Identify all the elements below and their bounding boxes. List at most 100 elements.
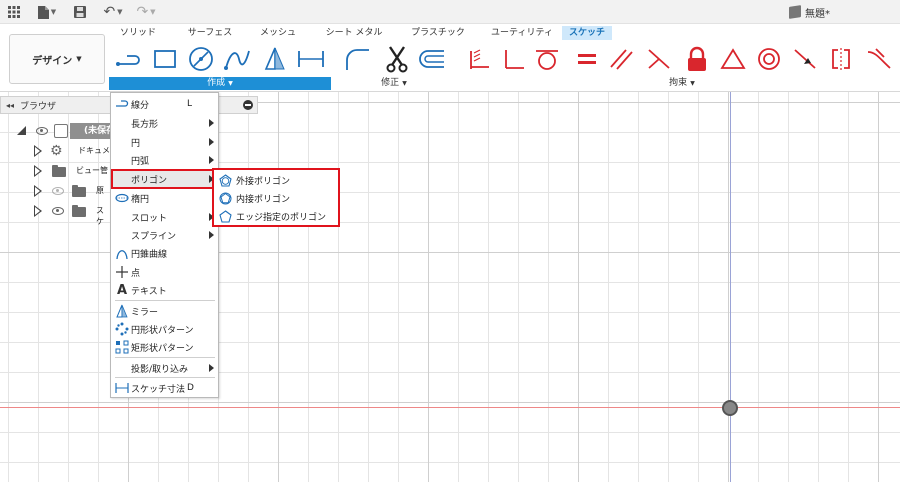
- menu-item-spline[interactable]: スプライン: [111, 226, 218, 244]
- symmetry-constraint-icon[interactable]: [826, 44, 856, 74]
- circular-pattern-icon: [115, 322, 129, 336]
- line-tool-icon[interactable]: [114, 44, 144, 74]
- minimize-panel-icon[interactable]: [243, 100, 253, 110]
- expand-triangle-icon[interactable]: [34, 205, 42, 217]
- expand-triangle-icon[interactable]: [34, 145, 42, 157]
- visibility-eye-icon[interactable]: [52, 207, 64, 215]
- polygon-submenu: 外接ポリゴン 内接ポリゴン エッジ指定のポリゴン: [212, 168, 340, 227]
- rectangle-tool-icon[interactable]: [150, 44, 180, 74]
- parallel-constraint-icon[interactable]: [606, 44, 636, 74]
- menu-item-project-include[interactable]: 投影/取り込み: [111, 359, 218, 377]
- submenu-arrow-icon: [209, 138, 214, 146]
- menu-item-text[interactable]: A テキスト: [111, 281, 218, 299]
- dimension-tool-icon[interactable]: [296, 44, 326, 74]
- trim-scissors-icon[interactable]: [382, 44, 412, 74]
- hidden-eye-icon[interactable]: [52, 187, 64, 195]
- arc-tool-icon[interactable]: [222, 44, 252, 74]
- horizontal-axis: [0, 407, 900, 408]
- tangent-constraint-icon[interactable]: [532, 44, 562, 74]
- circle-tool-icon[interactable]: [186, 44, 216, 74]
- menu-item-arc[interactable]: 円弧: [111, 151, 218, 169]
- dimension-icon: [115, 381, 129, 395]
- menu-separator: [115, 300, 215, 301]
- tree-row-origin[interactable]: 原: [0, 182, 110, 200]
- offset-tool-icon[interactable]: [416, 44, 446, 74]
- undo-icon[interactable]: ↶ ▼: [100, 3, 126, 21]
- create-group-dropdown[interactable]: 作成 ▼: [109, 77, 331, 90]
- tab-sheet-metal[interactable]: シート メタル: [316, 26, 392, 40]
- chevron-down-icon: ▼: [402, 80, 407, 87]
- expand-triangle-icon[interactable]: [34, 185, 42, 197]
- app-grid-icon[interactable]: [6, 3, 22, 21]
- menu-item-point[interactable]: 点: [111, 263, 218, 281]
- concentric-constraint-icon[interactable]: [754, 44, 784, 74]
- lock-constraint-icon[interactable]: [682, 44, 712, 74]
- vertical-axis: [730, 92, 731, 482]
- submenu-arrow-icon: [209, 231, 214, 239]
- line-icon: [115, 97, 129, 111]
- chevron-down-icon: ▼: [690, 80, 695, 87]
- submenu-arrow-icon: [209, 364, 214, 372]
- origin-point[interactable]: [722, 400, 738, 416]
- fillet-tool-icon[interactable]: [342, 44, 372, 74]
- tab-plastic[interactable]: プラスチック: [404, 26, 472, 40]
- workspace-switcher-button[interactable]: デザイン ▼: [9, 34, 105, 84]
- menu-item-ellipse[interactable]: 楕円: [111, 189, 218, 207]
- expand-triangle-icon[interactable]: [34, 165, 42, 177]
- fix-constraint-icon[interactable]: [464, 44, 494, 74]
- triangle-constraint-icon[interactable]: [718, 44, 748, 74]
- redo-icon[interactable]: ↷ ▼: [134, 3, 158, 21]
- mirror-icon: [115, 304, 129, 318]
- tab-mesh[interactable]: メッシュ: [252, 26, 304, 40]
- equal-constraint-icon[interactable]: [572, 44, 602, 74]
- point-icon: [115, 265, 129, 279]
- folder-icon: [52, 165, 66, 177]
- curvature-constraint-icon[interactable]: [864, 44, 894, 74]
- expanded-triangle-icon[interactable]: [17, 126, 26, 135]
- rectangular-pattern-icon: [115, 340, 129, 354]
- folder-icon: [72, 185, 86, 197]
- edge-polygon-icon: [219, 209, 232, 223]
- modify-group-dropdown[interactable]: 修正 ▼: [342, 77, 446, 90]
- collinear-constraint-icon[interactable]: [644, 44, 674, 74]
- menu-item-line[interactable]: 線分 L: [111, 95, 218, 113]
- collapse-panel-icon[interactable]: ◂◂: [6, 101, 14, 110]
- chevron-down-icon: ▼: [76, 55, 82, 63]
- visibility-eye-icon[interactable]: [36, 127, 48, 135]
- menu-item-sketch-dimension[interactable]: スケッチ寸法 D: [111, 379, 218, 397]
- inscribed-polygon-icon: [219, 192, 232, 205]
- save-icon[interactable]: [72, 3, 88, 21]
- mirror-tool-icon[interactable]: [260, 44, 290, 74]
- document-title: 無題*: [789, 4, 830, 20]
- midpoint-constraint-icon[interactable]: [790, 44, 820, 74]
- submenu-item-circumscribed-polygon[interactable]: 外接ポリゴン: [214, 171, 338, 189]
- menu-item-rectangle[interactable]: 長方形: [111, 114, 218, 132]
- menu-item-conic-curve[interactable]: 円錐曲線: [111, 244, 218, 262]
- tree-row-sketches[interactable]: スケ: [0, 202, 110, 226]
- menu-item-slot[interactable]: スロット: [111, 208, 218, 226]
- tab-sketch[interactable]: スケッチ: [562, 26, 612, 40]
- menu-item-circular-pattern[interactable]: 円形状パターン: [111, 320, 218, 338]
- submenu-item-inscribed-polygon[interactable]: 内接ポリゴン: [214, 189, 338, 207]
- menu-separator: [115, 377, 215, 378]
- tab-utilities[interactable]: ユーティリティ: [484, 26, 560, 40]
- create-dropdown-menu: 線分 L 長方形 円 円弧 ポリゴン 楕円 スロット スプライン 円錐曲線 点 …: [110, 92, 219, 398]
- tree-row-named-views[interactable]: ビュー管: [0, 162, 110, 180]
- document-icon: [54, 124, 68, 138]
- menu-item-polygon[interactable]: ポリゴン: [111, 169, 218, 189]
- menu-item-mirror[interactable]: ミラー: [111, 302, 218, 320]
- menu-separator: [115, 357, 215, 358]
- text-icon: A: [116, 282, 128, 298]
- submenu-item-edge-polygon[interactable]: エッジ指定のポリゴン: [214, 207, 338, 225]
- menu-item-rectangular-pattern[interactable]: 矩形状パターン: [111, 338, 218, 356]
- conic-icon: [115, 246, 129, 260]
- tree-row-document-settings[interactable]: ⚙ ドキュメン: [0, 142, 118, 160]
- tab-surface[interactable]: サーフェス: [178, 26, 242, 40]
- submenu-arrow-icon: [209, 119, 214, 127]
- perpendicular-constraint-icon[interactable]: [498, 44, 528, 74]
- tree-row-root[interactable]: (未保存): [0, 122, 110, 140]
- constraints-group-dropdown[interactable]: 拘束 ▼: [464, 77, 900, 90]
- tab-solid[interactable]: ソリッド: [108, 26, 168, 40]
- file-menu-icon[interactable]: ▼: [34, 3, 60, 21]
- menu-item-circle[interactable]: 円: [111, 133, 218, 151]
